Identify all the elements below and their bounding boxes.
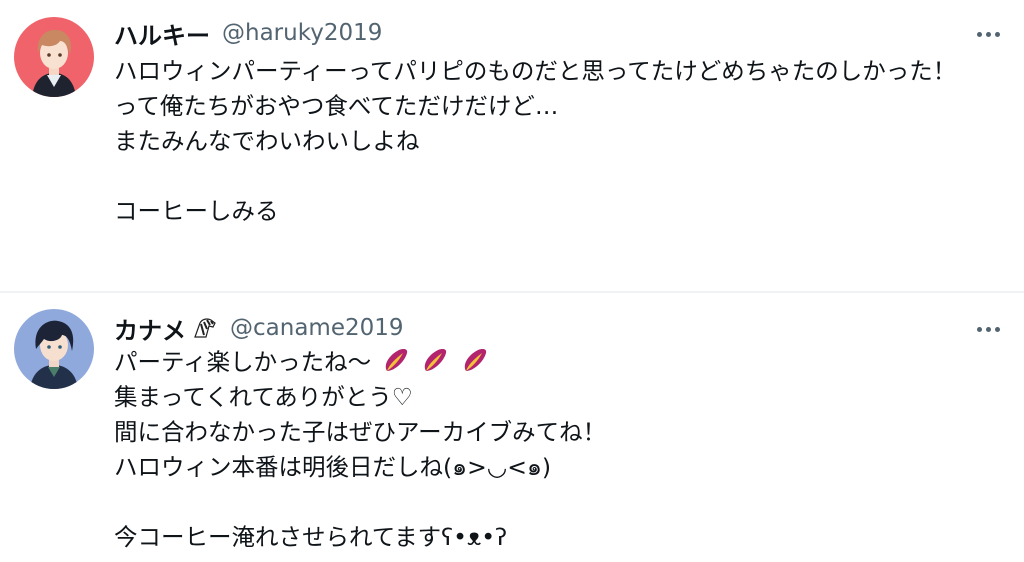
sweet-potato-emoji-icon <box>420 345 450 375</box>
tweet-text-line: またみんなでわいわいしよね <box>114 127 420 155</box>
tweet-text-line: 間に合わなかった子はぜひアーカイブみてね！ <box>114 418 607 446</box>
display-name[interactable]: カナメ <box>114 311 186 346</box>
zebra-emoji-icon <box>192 315 218 341</box>
user-handle[interactable]: @haruky2019 <box>222 20 382 46</box>
tweet-text-line: パーティ楽しかったね〜 <box>114 345 1004 380</box>
tweet-text-line: って俺たちがおやつ食べてただけだけど… <box>114 92 559 120</box>
tweet-text: ハロウィンパーティーってパリピのものだと思ってたけどめちゃたのしかった！ って俺… <box>114 54 1004 229</box>
tweet-text-line <box>114 485 1004 520</box>
sweet-potato-emoji-icon <box>381 345 411 375</box>
tweet[interactable]: ハルキー @haruky2019 ハロウィンパーティーってパリピのものだと思って… <box>0 0 1024 292</box>
display-name[interactable]: ハルキー <box>114 16 210 51</box>
avatar[interactable] <box>14 17 94 97</box>
avatar-image <box>14 309 94 389</box>
tweet-text-line <box>114 159 1004 194</box>
tweet-text-line: コーヒーしみる <box>114 197 279 225</box>
avatar[interactable] <box>14 309 94 389</box>
tweet[interactable]: カナメ @caname2019 パーティ楽しかったね〜 集まってくれてありがとう… <box>0 293 1024 562</box>
sweet-potato-emoji-icon <box>460 345 490 375</box>
timeline: ハルキー @haruky2019 ハロウィンパーティーってパリピのものだと思って… <box>0 0 1024 562</box>
tweet-text-line: ハロウィンパーティーってパリピのものだと思ってたけどめちゃたのしかった！ <box>114 57 957 85</box>
tweet-text-line: 今コーヒー淹れさせられてますʕ•ᴥ•ʔ <box>114 523 508 551</box>
tweet-header: カナメ @caname2019 <box>114 311 404 345</box>
more-horizontal-icon <box>975 326 1002 332</box>
tweet-text-segment: パーティ楽しかったね〜 <box>114 348 372 376</box>
more-options-button[interactable] <box>974 20 1002 48</box>
avatar-image <box>14 17 94 97</box>
tweet-text-line: 集まってくれてありがとう♡ <box>114 383 413 411</box>
tweet-text-line: ハロウィン本番は明後日だしね(๑>◡<๑) <box>114 453 552 481</box>
more-options-button[interactable] <box>974 315 1002 343</box>
tweet-header: ハルキー @haruky2019 <box>114 16 382 50</box>
more-horizontal-icon <box>975 31 1002 37</box>
user-handle[interactable]: @caname2019 <box>230 315 404 341</box>
tweet-text: パーティ楽しかったね〜 集まってくれてありがとう♡ 間に合わなかった子はぜひアー… <box>114 345 1004 555</box>
